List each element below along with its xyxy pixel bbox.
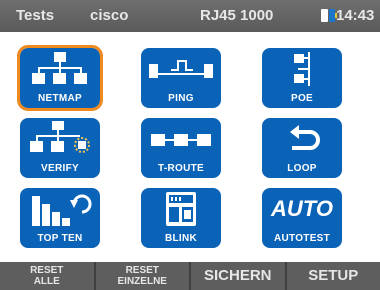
ping-pulse-icon bbox=[149, 60, 213, 78]
blink-port-icon bbox=[166, 192, 196, 226]
softkey-bar: RESET ALLE RESET EINZELNE SICHERN SETUP bbox=[0, 262, 380, 290]
top-ten-label: TOP TEN bbox=[37, 233, 83, 244]
setup-label: SETUP bbox=[308, 267, 359, 284]
poe-tile[interactable]: POE bbox=[262, 48, 342, 108]
autotest-tile[interactable]: AUTO AUTOTEST bbox=[262, 188, 342, 248]
screen-title: Tests bbox=[16, 7, 55, 24]
profile-name: cisco bbox=[90, 7, 129, 24]
trace-route-icon bbox=[151, 134, 211, 146]
reset-single-line2: EINZELNE bbox=[117, 276, 167, 287]
t-route-tile[interactable]: T-ROUTE bbox=[141, 118, 221, 178]
blink-tile[interactable]: BLINK bbox=[141, 188, 221, 248]
t-route-label: T-ROUTE bbox=[158, 163, 204, 174]
poe-icon bbox=[294, 52, 310, 86]
save-button[interactable]: SICHERN bbox=[189, 262, 285, 290]
reset-all-line2: ALLE bbox=[33, 276, 60, 287]
blink-label: BLINK bbox=[164, 233, 198, 244]
auto-icon-text: AUTO bbox=[271, 196, 333, 221]
reset-all-button[interactable]: RESET ALLE bbox=[0, 262, 94, 290]
setup-button[interactable]: SETUP bbox=[284, 262, 380, 290]
bar-chart-icon bbox=[32, 194, 92, 226]
loop-label: LOOP bbox=[287, 163, 317, 174]
link-status: RJ45 1000 bbox=[200, 7, 274, 24]
ping-label: PING bbox=[168, 93, 194, 104]
status-bar: Tests cisco RJ45 1000 14:43 bbox=[0, 0, 380, 32]
save-label: SICHERN bbox=[203, 267, 272, 284]
top-ten-tile[interactable]: TOP TEN bbox=[20, 188, 100, 248]
verify-label: VERIFY bbox=[41, 163, 79, 174]
verify-network-icon bbox=[30, 121, 90, 153]
tests-screen: Tests cisco RJ45 1000 14:43 NETMAP PING … bbox=[0, 0, 380, 290]
reset-single-button[interactable]: RESET EINZELNE bbox=[93, 262, 190, 290]
loop-arrow-icon bbox=[290, 125, 320, 150]
network-map-icon bbox=[32, 52, 87, 84]
ping-tile[interactable]: PING bbox=[141, 48, 221, 108]
verify-tile[interactable]: VERIFY bbox=[20, 118, 100, 178]
autotest-label: AUTOTEST bbox=[273, 233, 331, 244]
netmap-label: NETMAP bbox=[37, 93, 83, 104]
reset-all-line1: RESET bbox=[30, 265, 64, 276]
reset-single-line1: RESET bbox=[125, 265, 159, 276]
battery-icon bbox=[321, 9, 337, 22]
loop-tile[interactable]: LOOP bbox=[262, 118, 342, 178]
netmap-tile[interactable]: NETMAP bbox=[17, 45, 103, 111]
clock: 14:43 bbox=[336, 7, 375, 24]
poe-label: POE bbox=[290, 93, 314, 104]
